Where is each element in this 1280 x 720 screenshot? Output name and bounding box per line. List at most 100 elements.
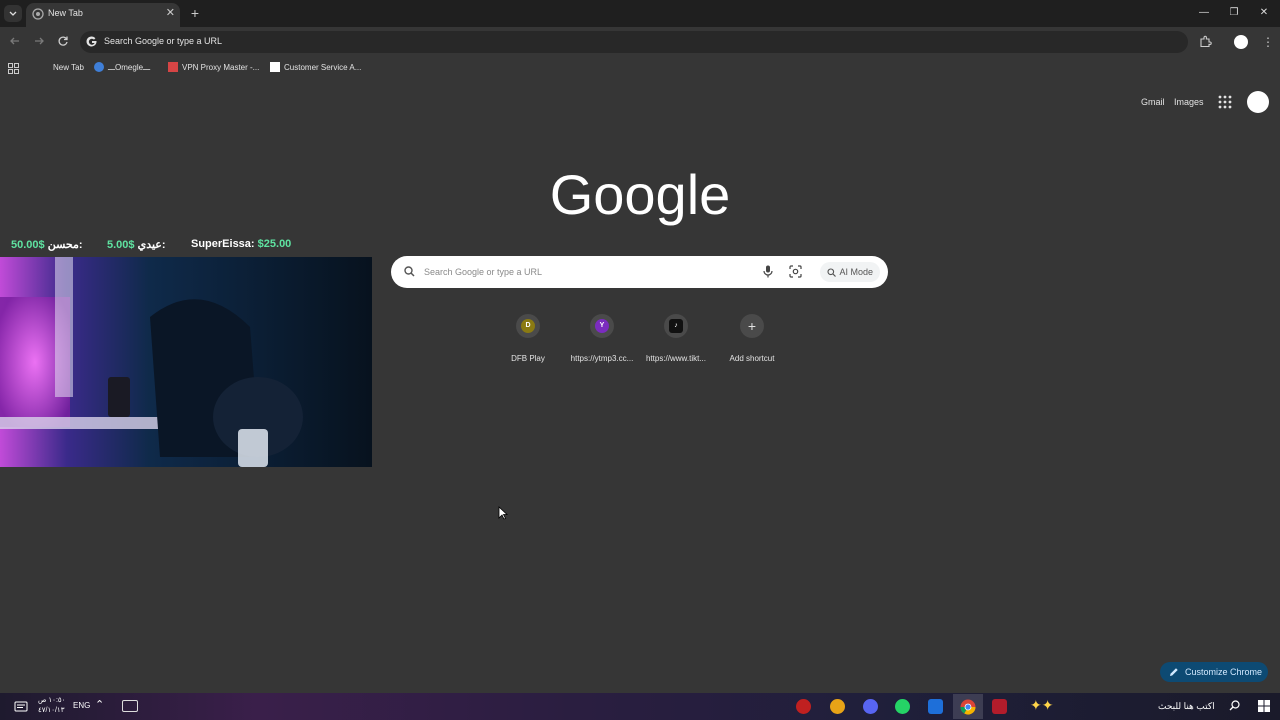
forward-button[interactable]: [32, 35, 46, 49]
bookmark-new-tab[interactable]: New Tab: [53, 60, 84, 74]
outlook-icon[interactable]: [928, 699, 943, 714]
chrome-favicon-icon: [32, 8, 44, 20]
google-account-avatar[interactable]: [1247, 91, 1269, 113]
tab-title: New Tab: [48, 8, 83, 18]
shortcut-favicon-icon: Y: [595, 319, 609, 333]
taskbar-search-placeholder[interactable]: اكتب هنا للبحث: [1158, 701, 1215, 712]
shortcut-tile[interactable]: ♪ https://www.tikt...: [638, 312, 714, 368]
search-placeholder: Search Google or type a URL: [424, 267, 543, 277]
forward-arrow-icon: [35, 37, 44, 45]
google-g-icon: [86, 36, 97, 47]
tab-search-button[interactable]: [4, 5, 22, 22]
windows-start-icon[interactable]: [1258, 700, 1270, 712]
shortcut-label: Add shortcut: [729, 354, 775, 363]
donation-amount: 50.00$: [11, 239, 45, 251]
new-tab-button[interactable]: +: [187, 5, 203, 21]
add-shortcut-tile[interactable]: + Add shortcut: [714, 312, 790, 368]
bookmark-omegle[interactable]: ـــOmegleـــ: [94, 60, 150, 74]
extensions-button[interactable]: [1199, 35, 1213, 49]
video-editor-icon[interactable]: [992, 699, 1007, 714]
images-link[interactable]: Images: [1174, 97, 1204, 107]
omegle-icon: [94, 62, 104, 72]
google-apps-button[interactable]: [1218, 95, 1232, 109]
shortcut-icon-wrap: +: [740, 314, 764, 338]
address-bar-text: Search Google or type a URL: [104, 36, 223, 46]
shortcut-icon-wrap: Y: [590, 314, 614, 338]
chevron-down-icon: [9, 11, 17, 16]
bookmark-label: Customer Service A...: [284, 62, 362, 72]
webcam-overlay: [0, 257, 372, 467]
donation-amount: $25.00: [257, 238, 292, 250]
shortcut-label: https://ytmp3.cc...: [570, 354, 634, 363]
pencil-icon: [1170, 668, 1178, 676]
ai-mode-label: AI Mode: [839, 267, 873, 277]
bookmark-label: New Tab: [53, 62, 84, 72]
minimize-button[interactable]: —: [1196, 6, 1212, 20]
copilot-sparkle-icon[interactable]: ✦✦: [1030, 697, 1064, 715]
bookmarks-bar: New Tab ـــOmegleـــ VPN Proxy Master -.…: [0, 57, 1280, 77]
grid-icon: [8, 63, 19, 74]
tray-chevron-up-icon[interactable]: ⌃: [95, 698, 104, 711]
app-icon-red[interactable]: [796, 699, 811, 714]
gmail-link[interactable]: Gmail: [1141, 97, 1165, 107]
donation-ticker: 50.00$ محسن: 5.00$ عيدي: SuperEissa: $25…: [0, 236, 372, 254]
profile-avatar[interactable]: [1234, 35, 1248, 49]
bookmark-vpn-proxy-master[interactable]: VPN Proxy Master -...: [168, 60, 259, 74]
donation-item: SuperEissa: $25.00: [191, 238, 291, 250]
address-bar[interactable]: Search Google or type a URL: [80, 31, 1188, 53]
back-button[interactable]: [8, 35, 22, 49]
page-icon: [270, 62, 280, 72]
bookmark-label: ـــOmegleـــ: [108, 62, 151, 72]
tab-strip: New Tab ✕ + — ❐ ✕: [0, 0, 1280, 27]
tab-close-icon[interactable]: ✕: [166, 6, 175, 19]
donation-item: 5.00$ عيدي:: [107, 238, 166, 251]
bookmark-label: VPN Proxy Master -...: [182, 62, 260, 72]
shortcut-icon-wrap: D: [516, 314, 540, 338]
customize-chrome-button[interactable]: Customize Chrome: [1160, 662, 1268, 682]
bookmark-customer-service[interactable]: Customer Service A...: [270, 60, 361, 74]
discord-icon[interactable]: [863, 699, 878, 714]
clock-date[interactable]: ٤٧/١٠/١٣: [38, 706, 64, 714]
shortcut-label: DFB Play: [511, 354, 545, 363]
tab-new-tab[interactable]: New Tab ✕: [26, 3, 180, 27]
taskbar-search-icon[interactable]: [1229, 700, 1240, 711]
tiktok-icon: ♪: [669, 319, 683, 333]
donation-name: SuperEissa:: [191, 238, 255, 250]
donation-amount: 5.00$: [107, 239, 135, 251]
apps-shortcut[interactable]: [8, 61, 19, 74]
keyboard-icon[interactable]: [122, 700, 138, 712]
clock-time[interactable]: ١٠:٥٠ ص: [38, 696, 65, 704]
shortcut-tile[interactable]: D DFB Play: [490, 312, 566, 368]
puzzle-icon: [1200, 35, 1212, 48]
donation-name: محسن:: [47, 239, 83, 251]
chrome-taskbar-active[interactable]: [953, 694, 983, 719]
donation-item: 50.00$ محسن:: [11, 238, 83, 251]
toolbar: Search Google or type a URL ⋮: [0, 27, 1280, 57]
app-icon-orange[interactable]: [830, 699, 845, 714]
google-logo: Google: [540, 160, 740, 240]
taskbar: ١٠:٥٠ ص ٤٧/١٠/١٣ ENG ⌃ ✦✦ اكتب هنا للبحث: [0, 693, 1280, 720]
google-logo-text: Google: [550, 163, 731, 226]
microphone-icon[interactable]: [763, 265, 773, 278]
notification-icon[interactable]: [14, 700, 28, 712]
shortcut-favicon-icon: D: [521, 319, 535, 333]
restore-button[interactable]: ❐: [1226, 6, 1242, 20]
shortcut-label: https://www.tikt...: [645, 354, 706, 363]
apps-grid-icon: [1218, 95, 1232, 109]
webcam-image: [0, 257, 372, 467]
whatsapp-icon[interactable]: [895, 699, 910, 714]
shortcut-icon-wrap: ♪: [664, 314, 688, 338]
reload-icon: [58, 36, 68, 46]
reload-button[interactable]: [56, 35, 70, 49]
vpn-icon: [168, 62, 178, 72]
language-indicator[interactable]: ENG: [73, 701, 90, 710]
chrome-icon: [960, 699, 976, 715]
customize-label: Customize Chrome: [1185, 667, 1263, 677]
ai-mode-button[interactable]: AI Mode: [820, 262, 880, 282]
ai-search-icon: [827, 267, 837, 277]
google-lens-icon[interactable]: [789, 265, 802, 278]
more-menu-icon[interactable]: ⋮: [1262, 34, 1274, 50]
ntp-search-box[interactable]: Search Google or type a URL AI Mode: [391, 256, 888, 288]
shortcut-tile[interactable]: Y https://ytmp3.cc...: [564, 312, 640, 368]
close-window-button[interactable]: ✕: [1256, 6, 1272, 20]
